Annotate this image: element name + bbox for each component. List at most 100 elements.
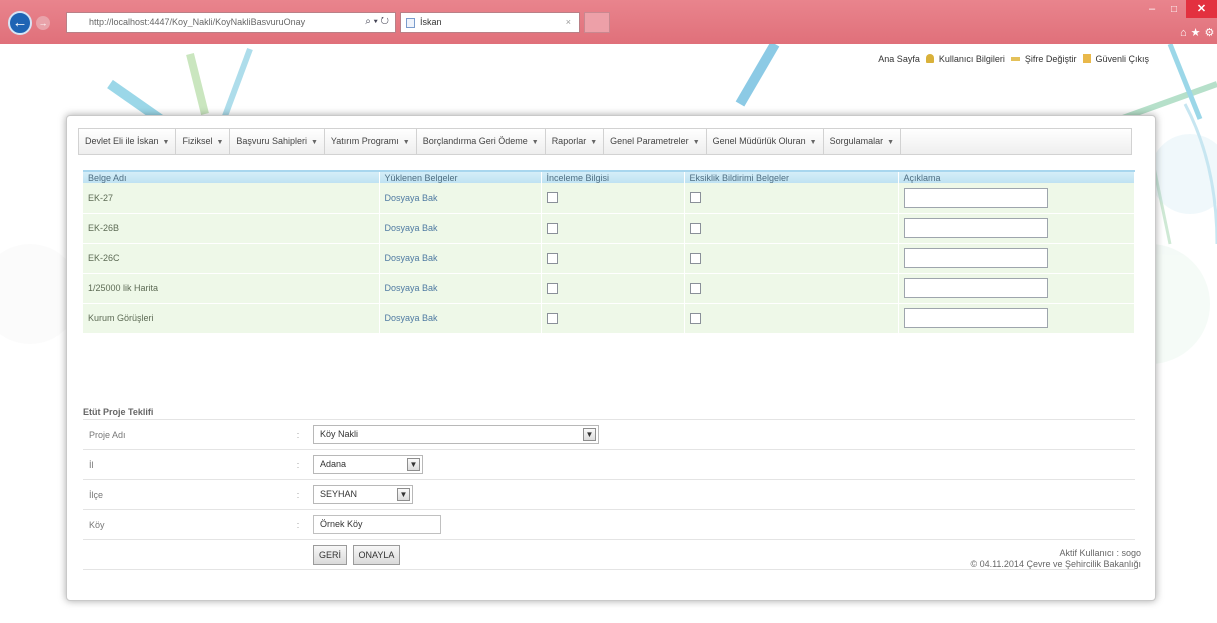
menu-devlet-eli[interactable]: Devlet Eli ile İskan ▼: [79, 129, 177, 154]
menu-genel-mudurluk[interactable]: Genel Müdürlük Oluran ▼: [707, 129, 824, 154]
project-label: Proje Adı: [83, 419, 283, 450]
caret-down-icon: ▼: [402, 139, 410, 146]
change-password-link[interactable]: Şifre Değiştir: [1025, 54, 1077, 64]
user-info-link[interactable]: Kullanıcı Bilgileri: [939, 54, 1005, 64]
active-user: Aktif Kullanıcı : sogo: [1059, 548, 1141, 558]
colon-separator: :: [283, 449, 313, 480]
ilce-label: İlçe: [83, 479, 283, 510]
eksiklik-cell: [684, 273, 899, 304]
menu-genel-parametreler[interactable]: Genel Parametreler ▼: [604, 129, 707, 154]
menu-label: Sorgulamalar: [829, 136, 884, 146]
page-icon: [406, 18, 415, 28]
inceleme-cell: [541, 303, 685, 334]
dosyaya-bak-link[interactable]: Dosyaya Bak: [379, 183, 542, 214]
dosyaya-bak-link[interactable]: Dosyaya Bak: [379, 303, 542, 334]
aciklama-input[interactable]: [903, 218, 1048, 238]
back-button[interactable]: GERİ: [313, 544, 348, 565]
eksiklik-checkbox[interactable]: [689, 192, 701, 204]
minimize-button[interactable]: –: [1142, 3, 1162, 17]
belge-adi: EK-26C: [83, 243, 380, 274]
address-bar[interactable]: http://localhost:4447/Koy_Nakli/KoyNakli…: [66, 12, 396, 33]
dosyaya-bak-link[interactable]: Dosyaya Bak: [379, 273, 542, 304]
col-belge-adi: Belge Adı: [83, 170, 380, 183]
eksiklik-checkbox[interactable]: [689, 222, 701, 234]
top-links: Ana Sayfa Kullanıcı Bilgileri Şifre Deği…: [876, 54, 1153, 64]
menu-label: Yatırım Programı: [330, 136, 399, 146]
eksiklik-checkbox[interactable]: [689, 282, 701, 294]
approve-button[interactable]: ONAYLA: [352, 544, 401, 565]
aciklama-input[interactable]: [903, 187, 1048, 208]
dosyaya-bak-link[interactable]: Dosyaya Bak: [379, 243, 542, 274]
browser-tab[interactable]: İskan ×: [400, 12, 580, 33]
tab-close-icon[interactable]: ×: [566, 17, 571, 27]
col-eksiklik-bildirimi: Eksiklik Bildirimi Belgeler: [684, 170, 899, 183]
home-link[interactable]: Ana Sayfa: [878, 54, 920, 64]
maximize-button[interactable]: □: [1164, 3, 1184, 17]
menu-basvuru-sahipleri[interactable]: Başvuru Sahipleri ▼: [230, 129, 325, 154]
menu-sorgulamalar[interactable]: Sorgulamalar ▼: [824, 129, 902, 154]
table-header-row: Belge Adı Yüklenen Belgeler İnceleme Bil…: [83, 170, 1135, 183]
caret-down-icon: ▼: [887, 139, 895, 146]
inceleme-cell: [541, 273, 685, 304]
inceleme-checkbox[interactable]: [546, 252, 558, 264]
table-row: EK-26B Dosyaya Bak: [83, 213, 1135, 244]
eksiklik-cell: [684, 303, 899, 334]
chevron-down-icon[interactable]: ▼: [397, 488, 410, 501]
home-favorites-settings-icons[interactable]: ⌂★⚙: [1180, 26, 1217, 39]
belge-adi: 1/25000 lik Harita: [83, 273, 380, 304]
empty-cell: [83, 539, 283, 570]
menu-yatirim-programi[interactable]: Yatırım Programı ▼: [325, 129, 417, 154]
empty-cell: [283, 539, 313, 570]
address-text[interactable]: http://localhost:4447/Koy_Nakli/KoyNakli…: [89, 17, 339, 27]
close-window-button[interactable]: ✕: [1186, 0, 1217, 18]
table-row: 1/25000 lik Harita Dosyaya Bak: [83, 273, 1135, 304]
table-row: Kurum Görüşleri Dosyaya Bak: [83, 303, 1135, 334]
aciklama-cell: [898, 303, 1135, 334]
menu-borclandirma[interactable]: Borçlandırma Geri Ödeme ▼: [417, 129, 546, 154]
aciklama-input[interactable]: [903, 278, 1048, 298]
form-row-project: Proje Adı : Köy Nakli ▼: [83, 419, 1135, 450]
inceleme-checkbox[interactable]: [546, 282, 558, 294]
chevron-down-icon[interactable]: ▼: [407, 458, 420, 471]
eksiklik-checkbox[interactable]: [689, 312, 701, 324]
ilce-cell: SEYHAN ▼: [313, 479, 1135, 510]
koy-input[interactable]: Örnek Köy: [313, 515, 441, 534]
koy-cell: Örnek Köy: [313, 509, 1135, 540]
inceleme-cell: [541, 213, 685, 244]
form-row-il: İl : Adana ▼: [83, 449, 1135, 480]
eksiklik-cell: [684, 213, 899, 244]
new-tab-button[interactable]: [584, 12, 610, 33]
il-cell: Adana ▼: [313, 449, 1135, 480]
documents-table: Belge Adı Yüklenen Belgeler İnceleme Bil…: [83, 170, 1135, 334]
caret-down-icon: ▼: [162, 139, 170, 146]
col-yuklenen-belgeler: Yüklenen Belgeler: [379, 170, 542, 183]
key-icon: [1011, 57, 1021, 61]
inceleme-checkbox[interactable]: [546, 222, 558, 234]
form-row-koy: Köy : Örnek Köy: [83, 509, 1135, 540]
chevron-down-icon[interactable]: ▼: [583, 428, 596, 441]
aciklama-input[interactable]: [903, 308, 1048, 328]
section-title: Etüt Proje Teklifi: [83, 407, 154, 417]
back-arrow-icon[interactable]: ←: [8, 11, 32, 35]
project-select[interactable]: Köy Nakli ▼: [313, 425, 599, 444]
project-cell: Köy Nakli ▼: [313, 419, 1135, 450]
aciklama-input[interactable]: [903, 248, 1048, 268]
logout-link[interactable]: Güvenli Çıkış: [1095, 54, 1149, 64]
eksiklik-checkbox[interactable]: [689, 252, 701, 264]
menu-label: Başvuru Sahipleri: [236, 136, 307, 146]
ilce-select[interactable]: SEYHAN ▼: [313, 485, 413, 504]
menu-label: Devlet Eli ile İskan: [85, 136, 159, 146]
colon-separator: :: [283, 479, 313, 510]
menu-raporlar[interactable]: Raporlar ▼: [546, 129, 605, 154]
forward-arrow-icon[interactable]: →: [36, 16, 50, 30]
aciklama-cell: [898, 183, 1135, 214]
search-refresh-icons[interactable]: ⌕ ▾ ↻: [365, 16, 389, 27]
browser-toolbar: ← → http://localhost:4447/Koy_Nakli/KoyN…: [0, 0, 1217, 44]
menu-fiziksel[interactable]: Fiziksel ▼: [176, 129, 231, 154]
main-menu: Devlet Eli ile İskan ▼ Fiziksel ▼ Başvuru Sa…: [78, 128, 1132, 155]
il-select[interactable]: Adana ▼: [313, 455, 423, 474]
table-row: EK-26C Dosyaya Bak: [83, 243, 1135, 274]
inceleme-checkbox[interactable]: [546, 192, 558, 204]
inceleme-checkbox[interactable]: [546, 312, 558, 324]
dosyaya-bak-link[interactable]: Dosyaya Bak: [379, 213, 542, 244]
